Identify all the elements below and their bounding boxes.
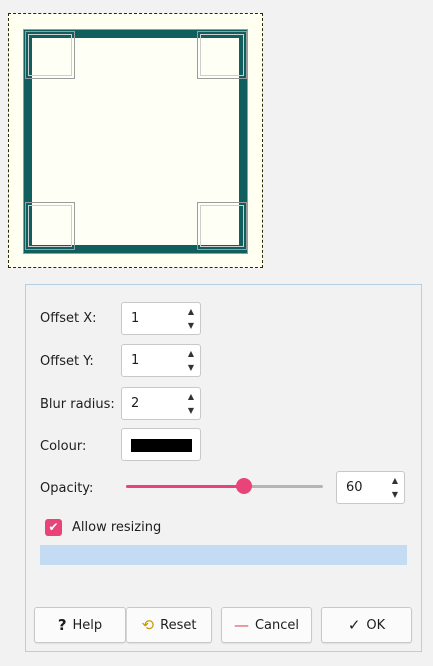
offset-x-spinbox[interactable]: 1 ▲ ▼ bbox=[121, 302, 201, 335]
up-arrow-icon[interactable]: ▲ bbox=[392, 477, 398, 485]
offset-x-label: Offset X: bbox=[40, 311, 97, 326]
opacity-slider-fill bbox=[126, 485, 245, 488]
allow-resizing-checkbox[interactable]: ✔ bbox=[45, 519, 62, 536]
blur-radius-spinbox[interactable]: 2 ▲ ▼ bbox=[121, 387, 201, 420]
minus-icon: — bbox=[233, 616, 249, 634]
up-arrow-icon[interactable]: ▲ bbox=[188, 393, 194, 401]
cancel-button[interactable]: — Cancel bbox=[221, 607, 312, 643]
check-icon: ✓ bbox=[347, 616, 361, 634]
colour-picker-button[interactable] bbox=[121, 428, 201, 461]
down-arrow-icon[interactable]: ▼ bbox=[392, 491, 398, 499]
cancel-button-label: Cancel bbox=[254, 617, 300, 633]
ok-button-label: OK bbox=[366, 617, 386, 633]
down-arrow-icon[interactable]: ▼ bbox=[188, 322, 194, 330]
check-icon: ✔ bbox=[48, 520, 59, 534]
preview-handle-bottom-left[interactable] bbox=[25, 202, 75, 250]
colour-swatch bbox=[131, 439, 192, 452]
opacity-spinbox[interactable]: 60 ▲ ▼ bbox=[336, 471, 405, 504]
up-arrow-icon[interactable]: ▲ bbox=[188, 308, 194, 316]
shadow-preview bbox=[8, 13, 263, 268]
preview-handle-bottom-right[interactable] bbox=[197, 202, 247, 250]
opacity-slider-thumb[interactable] bbox=[236, 478, 253, 494]
opacity-label: Opacity: bbox=[40, 481, 94, 496]
ok-button[interactable]: ✓ OK bbox=[321, 607, 412, 643]
progress-bar bbox=[40, 545, 407, 565]
blur-radius-value[interactable]: 2 bbox=[131, 396, 139, 411]
allow-resizing-label[interactable]: Allow resizing bbox=[72, 520, 161, 535]
drop-shadow-options: Offset X: 1 ▲ ▼ Offset Y: 1 ▲ ▼ Blur rad… bbox=[25, 284, 422, 652]
opacity-slider[interactable] bbox=[126, 478, 323, 494]
up-arrow-icon[interactable]: ▲ bbox=[188, 350, 194, 358]
help-button[interactable]: ? Help bbox=[34, 607, 126, 643]
offset-x-value[interactable]: 1 bbox=[131, 311, 139, 326]
preview-handle-top-left[interactable] bbox=[25, 31, 75, 79]
blur-radius-label: Blur radius: bbox=[40, 397, 115, 412]
help-button-label: Help bbox=[72, 617, 103, 633]
reset-icon: ⟲ bbox=[141, 616, 155, 634]
opacity-value[interactable]: 60 bbox=[346, 480, 363, 495]
reset-button[interactable]: ⟲ Reset bbox=[126, 607, 212, 643]
down-arrow-icon[interactable]: ▼ bbox=[188, 407, 194, 415]
offset-y-spinbox[interactable]: 1 ▲ ▼ bbox=[121, 344, 201, 377]
down-arrow-icon[interactable]: ▼ bbox=[188, 364, 194, 372]
offset-y-label: Offset Y: bbox=[40, 354, 94, 369]
reset-button-label: Reset bbox=[160, 617, 197, 633]
offset-y-value[interactable]: 1 bbox=[131, 353, 139, 368]
colour-label: Colour: bbox=[40, 439, 87, 454]
preview-handle-top-right[interactable] bbox=[197, 31, 247, 79]
help-icon: ? bbox=[57, 616, 67, 634]
